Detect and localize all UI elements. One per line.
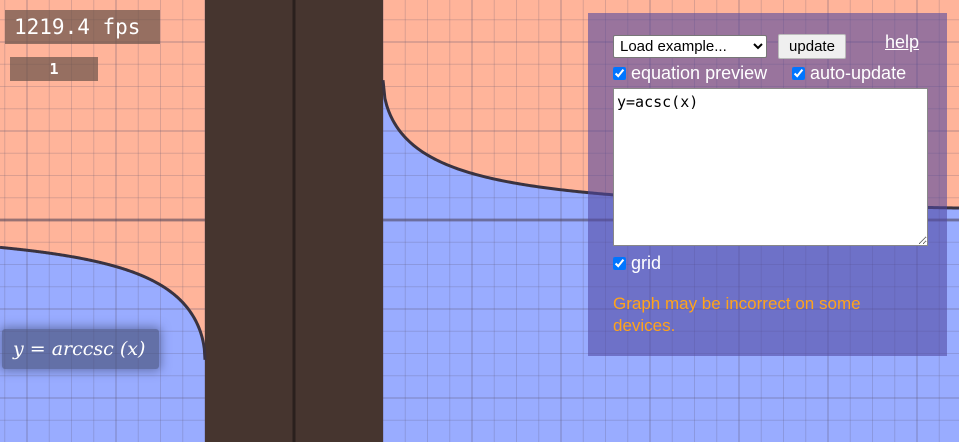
grid-checkbox[interactable] xyxy=(613,257,626,270)
fps-counter: 1219.4 fps xyxy=(5,10,160,44)
help-link[interactable]: help xyxy=(885,32,919,53)
auto-update-checkbox[interactable] xyxy=(792,67,805,80)
equation-preview-checkbox[interactable] xyxy=(613,67,626,80)
device-warning: Graph may be incorrect on some devices. xyxy=(613,294,861,335)
examples-row: Load example... xyxy=(613,35,767,58)
auto-update-text: auto-update xyxy=(810,63,907,83)
equation-input[interactable]: y=acsc(x) xyxy=(613,88,928,246)
grid-text: grid xyxy=(631,253,662,273)
fps-secondary: 1 xyxy=(10,57,98,81)
equation-preview-text: equation preview xyxy=(631,63,768,83)
load-example-select[interactable]: Load example... xyxy=(613,35,767,58)
equation-preview-toggle[interactable]: equation preview xyxy=(613,63,767,84)
equation-preview-label: y = arccsc (x) xyxy=(2,329,159,369)
grid-toggle[interactable]: grid xyxy=(613,253,661,274)
auto-update-toggle[interactable]: auto-update xyxy=(792,63,906,84)
update-button[interactable]: update xyxy=(778,34,846,59)
control-panel: Load example... update help equation pre… xyxy=(588,13,947,356)
